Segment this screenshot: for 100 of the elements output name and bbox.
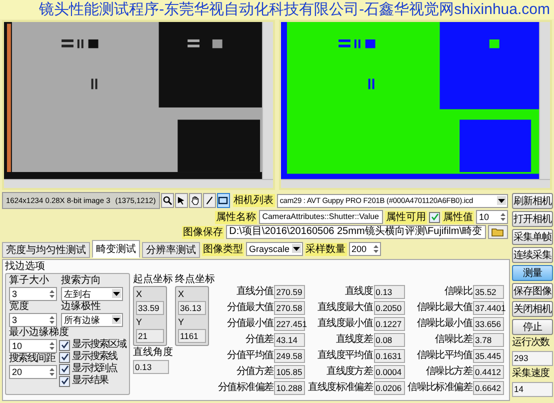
action-button[interactable]: 停止 xyxy=(512,319,553,335)
image-type-label: 图像类型 xyxy=(202,243,244,256)
checkbox-label: 显示找到点 xyxy=(72,363,117,374)
line-tool-button[interactable] xyxy=(202,193,216,208)
stat-value: 0.4412 xyxy=(473,365,504,379)
stat-value: 105.85 xyxy=(274,365,306,379)
stat-value: 10.288 xyxy=(274,381,306,395)
stat-label: 直线度方差 xyxy=(326,366,373,378)
spinner-field[interactable]: 3 xyxy=(9,287,57,301)
stat-label: 信噪比标准偏差 xyxy=(408,382,472,394)
spin-arrows-icon xyxy=(49,341,55,351)
spinner-field[interactable]: 20 xyxy=(9,365,57,379)
field-label: 最小边缘梯度 xyxy=(9,327,70,339)
x-value: 36.13 xyxy=(178,301,206,315)
rect-tool-button[interactable] xyxy=(216,193,230,208)
group-title: 找边选项 xyxy=(5,261,45,273)
stat-value: 0.08 xyxy=(374,333,405,347)
checkbox-label: 显示结果 xyxy=(72,375,108,387)
y-value: 1161 xyxy=(178,329,206,343)
action-button[interactable]: 刷新相机 xyxy=(512,193,553,209)
checkbox[interactable] xyxy=(59,376,70,386)
stat-value: 37.4401 xyxy=(473,301,504,315)
vertical-scrollbar[interactable] xyxy=(539,22,550,179)
action-button[interactable]: 采集单帧 xyxy=(512,229,553,245)
stat-label: 直线度差 xyxy=(334,334,373,346)
sample-count-field[interactable]: 200 xyxy=(348,242,381,256)
run-count-label: 运行次数 xyxy=(512,337,551,349)
rectangle-icon xyxy=(218,196,228,205)
stat-value: 270.59 xyxy=(274,285,306,299)
attribute-enabled-label: 属性可用 xyxy=(385,210,427,224)
caret-icon xyxy=(497,196,506,204)
checkbox[interactable] xyxy=(59,340,70,350)
checkbox[interactable] xyxy=(59,364,70,374)
spin-arrows-icon xyxy=(49,289,55,299)
checkbox-label: 显示搜索线 xyxy=(72,351,117,362)
pointer-tool-button[interactable] xyxy=(174,193,188,208)
stat-value: 33.656 xyxy=(473,317,504,331)
stat-label: 分值平均值 xyxy=(226,350,274,362)
stat-label: 信噪比最小值 xyxy=(416,318,472,330)
stat-label: 分值差 xyxy=(244,334,274,346)
field-label: 搜索方向 xyxy=(61,275,102,287)
image-type-dropdown[interactable]: Grayscale xyxy=(246,242,303,256)
dropdown[interactable]: 左到右 xyxy=(61,287,123,301)
spin-arrows-icon xyxy=(500,212,506,222)
zoom-tool-button[interactable] xyxy=(160,193,174,208)
stat-label: 直线度平均值 xyxy=(316,350,373,362)
spin-arrows-icon xyxy=(49,367,55,377)
action-button[interactable]: 保存图像 xyxy=(512,283,553,299)
capture-speed-value: 14 xyxy=(512,382,553,397)
action-button[interactable]: 连续采集 xyxy=(512,247,553,263)
stat-label: 分值最大值 xyxy=(226,302,274,314)
tab[interactable]: 畸变测试 xyxy=(92,240,140,258)
stat-value: 0.0004 xyxy=(374,365,405,379)
stat-label: 信噪比差 xyxy=(434,334,472,346)
checkbox-label: 显示搜索区域 xyxy=(72,339,126,350)
window-title: 镜头性能测试程序-东莞华视自动化科技有限公司-石鑫华视觉网shixinhua.com xyxy=(39,0,550,19)
checkbox[interactable] xyxy=(429,212,440,222)
checkbox[interactable] xyxy=(59,352,70,362)
stat-value: 0.0206 xyxy=(374,381,405,395)
save-path-field[interactable]: D:\项目\2016\20160506 25mm镜头横向评测\Fujifilm\畸变 xyxy=(226,225,486,239)
axis-label: X xyxy=(178,289,186,299)
spinner-field[interactable]: 10 xyxy=(9,339,57,353)
horizontal-scrollbar[interactable] xyxy=(4,179,273,188)
horizontal-scrollbar[interactable] xyxy=(281,179,550,188)
field-label: 算子大小 xyxy=(9,275,50,287)
caret-icon xyxy=(112,289,121,298)
stat-label: 直线度标准偏差 xyxy=(308,382,373,394)
sample-count-label: 采样数量 xyxy=(304,243,347,256)
action-button[interactable]: 关闭相机 xyxy=(512,301,553,317)
search-icon xyxy=(162,196,172,205)
stat-label: 信噪比最大值 xyxy=(416,302,472,314)
stat-label: 分值方差 xyxy=(235,366,274,378)
line-angle-label: 直线角度 xyxy=(133,346,174,359)
action-button[interactable]: 测量 xyxy=(512,265,553,281)
field-label: 宽度 xyxy=(9,301,30,313)
pan-tool-button[interactable] xyxy=(188,193,202,208)
stat-value: 0.13 xyxy=(374,285,405,299)
point-title: 起点坐标 xyxy=(133,273,173,286)
line-angle-value: 0.13 xyxy=(133,360,169,374)
dropdown[interactable]: 所有边缘 xyxy=(61,313,123,327)
tab[interactable]: 亮度与均匀性测试 xyxy=(2,242,90,258)
point-title: 终点坐标 xyxy=(175,273,215,286)
spin-arrows-icon xyxy=(49,315,55,325)
action-button[interactable]: 打开相机 xyxy=(512,211,553,227)
stat-label: 分值标准偏差 xyxy=(218,382,274,394)
x-value: 33.59 xyxy=(136,301,164,315)
browse-folder-button[interactable] xyxy=(488,225,508,239)
tab[interactable]: 分辨率测试 xyxy=(142,242,200,258)
attribute-value-field[interactable]: 10 xyxy=(476,210,508,224)
vertical-scrollbar[interactable] xyxy=(262,22,273,179)
stat-value: 227.451 xyxy=(274,317,306,331)
spinner-field[interactable]: 3 xyxy=(9,313,57,327)
field-label: 边缘极性 xyxy=(61,301,102,313)
stat-label: 分值最小值 xyxy=(226,318,274,330)
spin-arrows-icon xyxy=(372,244,379,254)
camera-list-label: 相机列表 xyxy=(232,194,275,207)
stat-label: 信噪比方差 xyxy=(425,366,472,378)
attribute-name-field[interactable]: CameraAttributes::Shutter::Value xyxy=(259,210,383,224)
caret-icon xyxy=(112,315,121,324)
stat-label: 直线度最小值 xyxy=(316,318,373,330)
